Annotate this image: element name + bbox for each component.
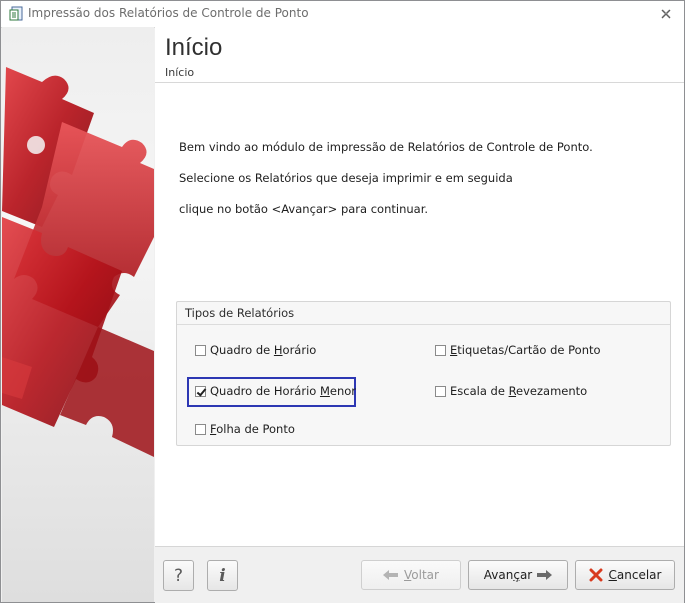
checkbox-etiquetas-cartao-de-ponto[interactable]: Etiquetas/Cartão de Ponto [435,341,601,359]
next-button[interactable]: Avançar [468,560,568,590]
wizard-footer: ? i Voltar Avançar Cancelar [155,546,684,603]
cancel-label: Cancelar [608,568,662,582]
report-types-group: Tipos de Relatórios Quadro de Horário Qu… [176,301,671,446]
group-title: Tipos de Relatórios [185,306,295,320]
intro-line-1: Bem vindo ao módulo de impressão de Rela… [179,140,593,154]
back-label: Voltar [404,568,439,582]
group-divider [177,324,670,325]
checkbox-label: Quadro de Horário Menor [210,384,357,398]
intro-line-3: clique no botão <Avançar> para continuar… [179,202,429,216]
arrow-left-icon [383,570,399,580]
intro-line-2: Selecione os Relatórios que deseja impri… [179,171,513,185]
info-button[interactable]: i [207,560,238,591]
cancel-x-icon [589,568,603,582]
help-icon: ? [173,565,184,586]
window-title: Impressão dos Relatórios de Controle de … [28,6,309,20]
cancel-button[interactable]: Cancelar [575,560,675,590]
checkbox-label: Quadro de Horário [210,343,317,357]
checkbox-box[interactable] [435,344,446,356]
checkbox-label: Escala de Revezamento [450,384,588,398]
wizard-window: Impressão dos Relatórios de Controle de … [0,0,685,603]
report-icon [9,6,24,22]
checkbox-folha-de-ponto[interactable]: Folha de Ponto [195,420,295,438]
checkbox-box[interactable] [435,385,446,397]
arrow-right-icon [537,570,553,580]
checkbox-box[interactable] [195,423,206,435]
checkbox-box[interactable] [195,344,206,356]
wizard-side-banner [2,27,154,602]
close-button[interactable] [652,4,680,24]
page-title: Início [165,34,223,61]
puzzle-illustration [2,67,154,457]
checkbox-quadro-de-horario-menor[interactable]: Quadro de Horário Menor [195,382,356,400]
back-button[interactable]: Voltar [361,560,461,590]
page-header: Início Início [155,27,684,83]
page-subtitle: Início [165,66,195,79]
title-bar[interactable]: Impressão dos Relatórios de Controle de … [1,1,684,28]
close-icon [661,9,671,19]
checkbox-escala-de-revezamento[interactable]: Escala de Revezamento [435,382,587,400]
info-icon: i [219,565,226,586]
checkbox-box[interactable] [195,385,206,397]
next-label: Avançar [483,568,533,582]
checkbox-label: Etiquetas/Cartão de Ponto [450,343,601,357]
wizard-main-panel: Início Início Bem vindo ao módulo de imp… [155,27,684,603]
help-button[interactable]: ? [163,560,194,591]
checkbox-label: Folha de Ponto [210,422,295,436]
checkbox-quadro-de-horario[interactable]: Quadro de Horário [195,341,316,359]
